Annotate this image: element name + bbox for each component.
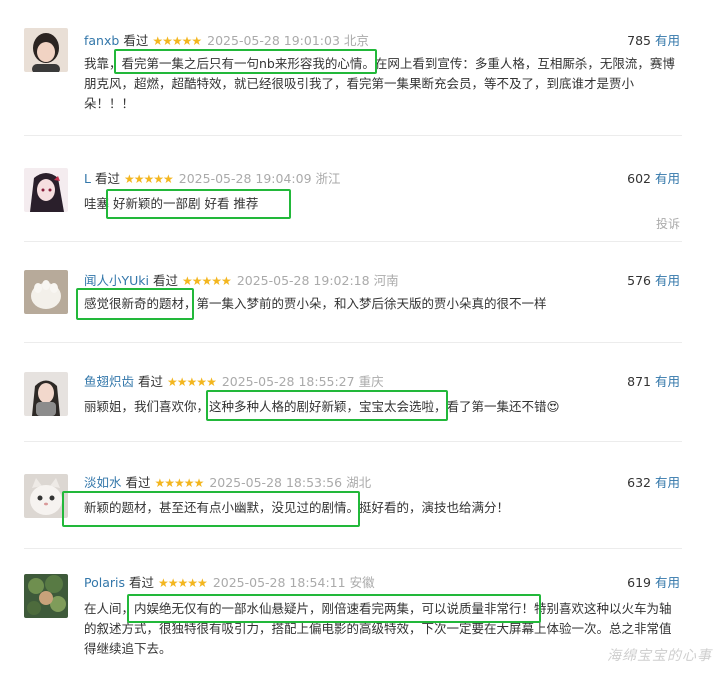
username-link[interactable]: 闻人小YUki: [84, 273, 149, 288]
divider: [24, 548, 682, 549]
cat-avatar-icon: [24, 474, 68, 518]
rating-stars: ★★★★★: [182, 274, 232, 288]
comment-meta: L 看过 ★★★★★ 2025-05-28 19:04:09 浙江: [84, 170, 341, 188]
vote-area: 576 有用: [627, 272, 680, 290]
username-link[interactable]: 鱼翅炽齿: [84, 374, 134, 389]
comment-meta: fanxb 看过 ★★★★★ 2025-05-28 19:01:03 北京: [84, 32, 369, 50]
comment-location: 重庆: [358, 374, 384, 389]
comment-location: 安徽: [349, 575, 375, 590]
divider: [24, 135, 682, 136]
useful-button[interactable]: 有用: [655, 475, 680, 490]
comment-meta: 闻人小YUki 看过 ★★★★★ 2025-05-28 19:02:18 河南: [84, 272, 399, 290]
watched-status: 看过: [153, 273, 179, 288]
username-link[interactable]: Polaris: [84, 575, 125, 590]
girl-avatar-icon: [24, 372, 68, 416]
vote-count: 576: [627, 273, 651, 288]
divider: [24, 441, 682, 442]
comment-time: 2025-05-28 19:04:09: [178, 171, 312, 186]
vote-count: 602: [627, 171, 651, 186]
watched-status: 看过: [138, 374, 164, 389]
watched-status: 看过: [125, 475, 151, 490]
vote-count: 871: [627, 374, 651, 389]
rating-stars: ★★★★★: [158, 576, 208, 590]
vote-area: 785 有用: [627, 32, 680, 50]
useful-button[interactable]: 有用: [655, 171, 680, 186]
comment-text: 新颖的题材，甚至还有点小幽默，没见过的剧情。挺好看的，演技也给满分！: [84, 500, 510, 515]
vote-count: 632: [627, 475, 651, 490]
comment-time: 2025-05-28 18:54:11: [212, 575, 346, 590]
comment-meta: 淡如水 看过 ★★★★★ 2025-05-28 18:53:56 湖北: [84, 474, 371, 492]
useful-button[interactable]: 有用: [655, 374, 680, 389]
comment-time: 2025-05-28 18:55:27: [221, 374, 355, 389]
cat-paw-avatar-icon: [24, 270, 68, 314]
vote-area: 871 有用: [627, 373, 680, 391]
comment-location: 北京: [343, 33, 369, 48]
avatar[interactable]: [24, 372, 68, 416]
vote-count: 619: [627, 575, 651, 590]
plant-avatar-icon: [24, 574, 68, 618]
watched-status: 看过: [94, 171, 120, 186]
vote-area: 602 有用: [627, 170, 680, 188]
useful-button[interactable]: 有用: [655, 273, 680, 288]
comment-meta: Polaris 看过 ★★★★★ 2025-05-28 18:54:11 安徽: [84, 574, 375, 592]
comment-text: 哇塞 好新颖的一部剧 好看 推荐: [84, 196, 259, 211]
comment-text: 感觉很新奇的题材，第一集入梦前的贾小朵，和入梦后徐天版的贾小朵真的很不一样: [84, 296, 547, 311]
comment-text: 在人间，内娱绝无仅有的一部水仙悬疑片，刚倍速看完两集，可以说质量非常行！特别喜欢…: [84, 601, 672, 656]
person-avatar-icon: [24, 28, 68, 72]
comment-text: 我靠，看完第一集之后只有一句nb来形容我的心情。在网上看到宣传：多重人格，互相厮…: [84, 56, 675, 111]
report-button[interactable]: 投诉: [656, 215, 680, 232]
rating-stars: ★★★★★: [154, 476, 205, 490]
watermark: 海绵宝宝的心事: [607, 648, 712, 664]
divider: [24, 241, 682, 242]
watched-status: 看过: [123, 33, 149, 48]
username-link[interactable]: fanxb: [84, 33, 119, 48]
avatar[interactable]: [24, 28, 68, 72]
avatar[interactable]: [24, 574, 68, 618]
avatar[interactable]: [24, 270, 68, 314]
comment-location: 湖北: [346, 475, 372, 490]
comment-location: 河南: [373, 273, 399, 288]
rating-stars: ★★★★★: [152, 34, 202, 48]
avatar[interactable]: [24, 474, 68, 518]
comment-time: 2025-05-28 19:02:18: [236, 273, 370, 288]
anime-avatar-icon: [24, 168, 68, 212]
rating-stars: ★★★★★: [167, 375, 217, 389]
useful-button[interactable]: 有用: [655, 33, 680, 48]
comment-location: 浙江: [315, 171, 341, 186]
avatar[interactable]: [24, 168, 68, 212]
rating-stars: ★★★★★: [123, 172, 174, 186]
comment-time: 2025-05-28 19:01:03: [207, 33, 340, 48]
username-link[interactable]: 淡如水: [84, 475, 122, 490]
vote-area: 619 有用: [627, 574, 680, 592]
divider: [24, 342, 682, 343]
comment-meta: 鱼翅炽齿 看过 ★★★★★ 2025-05-28 18:55:27 重庆: [84, 373, 384, 391]
comment-time: 2025-05-28 18:53:56: [209, 475, 343, 490]
username-link[interactable]: L: [84, 171, 91, 186]
vote-area: 632 有用: [627, 474, 680, 492]
comment-text: 丽颖姐，我们喜欢你，这种多种人格的剧好新颖，宝宝太会选啦，看了第一集还不错😍: [84, 399, 560, 414]
useful-button[interactable]: 有用: [655, 575, 680, 590]
vote-count: 785: [627, 33, 651, 48]
watched-status: 看过: [129, 575, 155, 590]
